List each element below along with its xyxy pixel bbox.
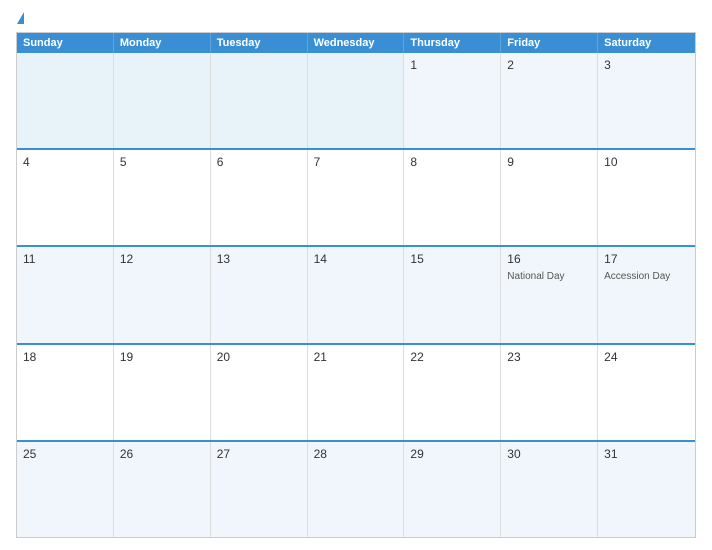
day-number: 18 (23, 350, 107, 364)
calendar-cell: 21 (308, 345, 405, 440)
day-number: 27 (217, 447, 301, 461)
day-number: 8 (410, 155, 494, 169)
day-number: 21 (314, 350, 398, 364)
calendar-cell: 7 (308, 150, 405, 245)
day-number: 12 (120, 252, 204, 266)
calendar-cell: 12 (114, 247, 211, 342)
weekday-header: Monday (114, 33, 211, 53)
day-number: 3 (604, 58, 689, 72)
calendar-cell: 4 (17, 150, 114, 245)
weekday-header: Friday (501, 33, 598, 53)
calendar-header: SundayMondayTuesdayWednesdayThursdayFrid… (17, 33, 695, 53)
calendar-row: 456789 10 (17, 150, 695, 247)
calendar-cell: 6 (211, 150, 308, 245)
page: SundayMondayTuesdayWednesdayThursdayFrid… (0, 0, 712, 550)
calendar-cell: 11 (17, 247, 114, 342)
day-number: 7 (314, 155, 398, 169)
day-number: 29 (410, 447, 494, 461)
calendar-cell: 1 (404, 53, 501, 148)
day-number: 31 (604, 447, 689, 461)
day-number: 22 (410, 350, 494, 364)
calendar-cell: 26 (114, 442, 211, 537)
calendar-cell: 31 (598, 442, 695, 537)
calendar-cell: 25 (17, 442, 114, 537)
calendar-row: 11 12 13 14 15 16 National Day 17 Accession Day (17, 247, 695, 344)
day-number: 11 (23, 252, 107, 266)
calendar-cell: 16 National Day (501, 247, 598, 342)
day-number: 15 (410, 252, 494, 266)
day-number: 19 (120, 350, 204, 364)
calendar: SundayMondayTuesdayWednesdayThursdayFrid… (16, 32, 696, 538)
calendar-row: 123 (17, 53, 695, 150)
day-number: 17 (604, 252, 689, 266)
calendar-cell: 27 (211, 442, 308, 537)
day-number: 10 (604, 155, 689, 169)
day-number: 24 (604, 350, 689, 364)
calendar-cell: 23 (501, 345, 598, 440)
weekday-header: Tuesday (211, 33, 308, 53)
calendar-cell: 30 (501, 442, 598, 537)
calendar-cell: 18 (17, 345, 114, 440)
day-event: Accession Day (604, 270, 689, 283)
calendar-cell: 22 (404, 345, 501, 440)
calendar-body: 12345678910111213141516National Day17Acc… (17, 53, 695, 537)
calendar-cell: 8 (404, 150, 501, 245)
day-number: 26 (120, 447, 204, 461)
calendar-cell: 3 (598, 53, 695, 148)
calendar-cell: 5 (114, 150, 211, 245)
calendar-cell: 28 (308, 442, 405, 537)
weekday-header: Sunday (17, 33, 114, 53)
calendar-cell (17, 53, 114, 148)
calendar-cell: 2 (501, 53, 598, 148)
day-number: 6 (217, 155, 301, 169)
calendar-cell (211, 53, 308, 148)
calendar-row: 18 19 20 21 22 23 24 (17, 345, 695, 442)
calendar-cell: 14 (308, 247, 405, 342)
logo (16, 12, 25, 24)
day-number: 20 (217, 350, 301, 364)
day-number: 2 (507, 58, 591, 72)
day-number: 30 (507, 447, 591, 461)
day-number: 5 (120, 155, 204, 169)
calendar-cell: 20 (211, 345, 308, 440)
calendar-cell: 29 (404, 442, 501, 537)
day-number: 23 (507, 350, 591, 364)
weekday-header: Saturday (598, 33, 695, 53)
logo-triangle-icon (17, 12, 24, 24)
day-number: 9 (507, 155, 591, 169)
calendar-cell (114, 53, 211, 148)
day-number: 28 (314, 447, 398, 461)
weekday-header: Thursday (404, 33, 501, 53)
day-number: 25 (23, 447, 107, 461)
day-number: 4 (23, 155, 107, 169)
header (16, 12, 696, 24)
calendar-cell: 10 (598, 150, 695, 245)
day-number: 16 (507, 252, 591, 266)
calendar-cell: 17 Accession Day (598, 247, 695, 342)
weekday-header: Wednesday (308, 33, 405, 53)
day-number: 13 (217, 252, 301, 266)
calendar-cell: 24 (598, 345, 695, 440)
calendar-cell: 9 (501, 150, 598, 245)
calendar-cell: 15 (404, 247, 501, 342)
calendar-cell (308, 53, 405, 148)
calendar-row: 25 26 27 28 29 30 31 (17, 442, 695, 537)
calendar-cell: 19 (114, 345, 211, 440)
day-number: 1 (410, 58, 494, 72)
calendar-cell: 13 (211, 247, 308, 342)
day-event: National Day (507, 270, 591, 283)
day-number: 14 (314, 252, 398, 266)
